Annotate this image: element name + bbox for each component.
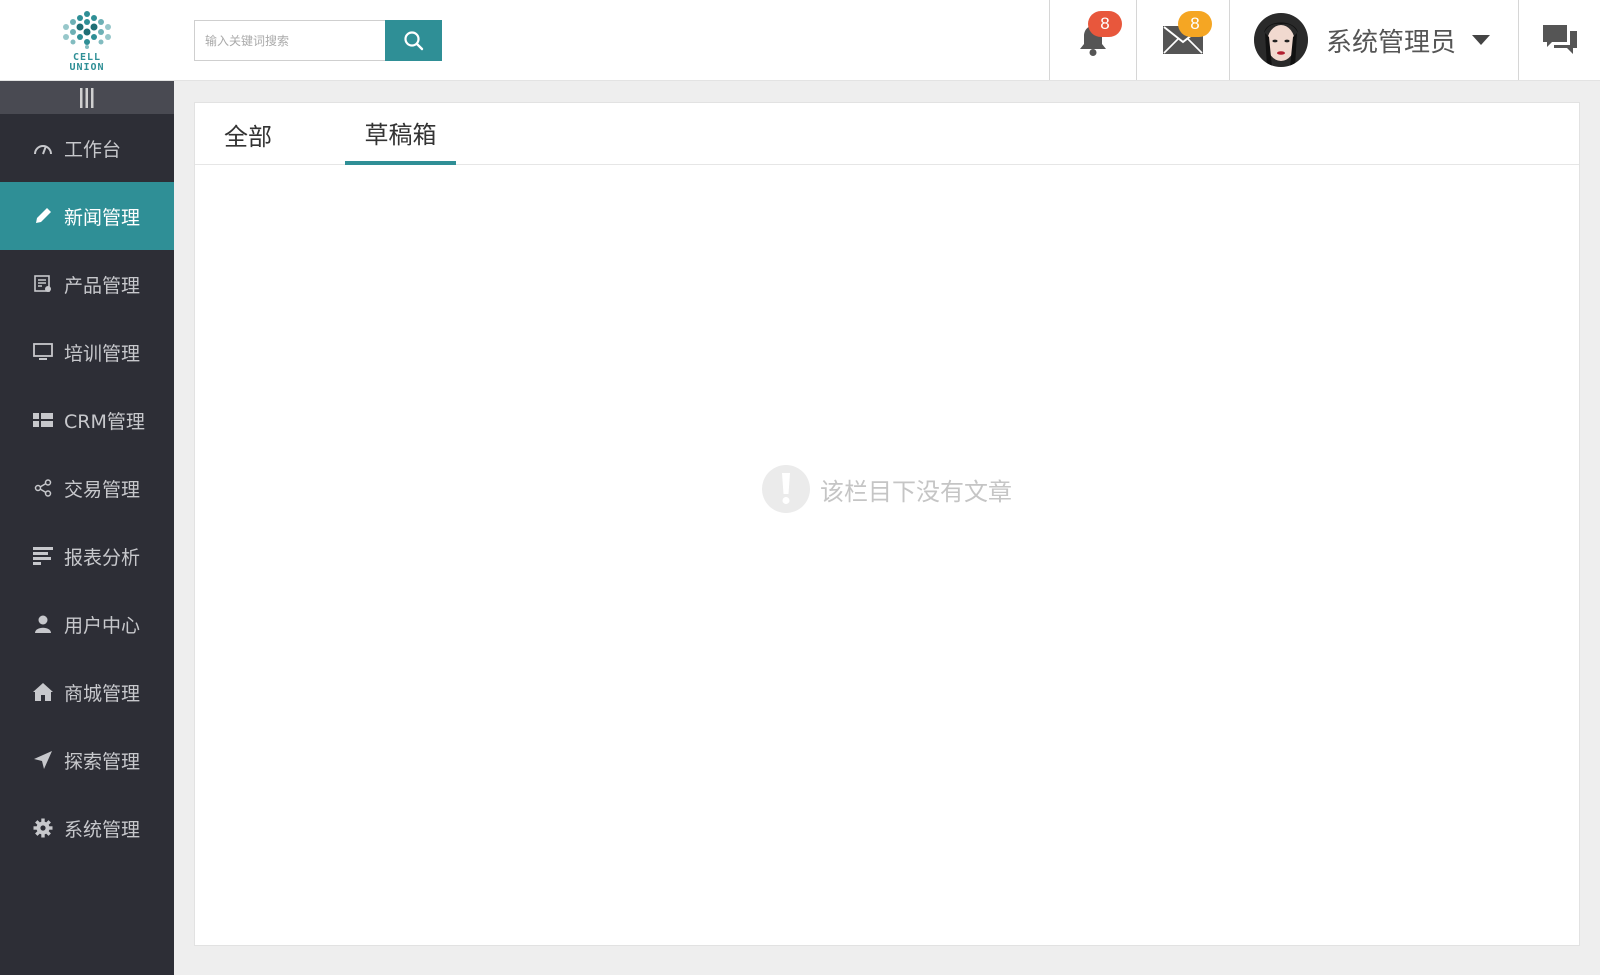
sidebar-item-mall[interactable]: 商城管理 xyxy=(0,658,174,726)
sidebar-item-news[interactable]: 新闻管理 xyxy=(0,182,174,250)
sidebar-item-users[interactable]: 用户中心 xyxy=(0,590,174,658)
sidebar-item-products[interactable]: 产品管理 xyxy=(0,250,174,318)
sidebar-item-label: 系统管理 xyxy=(64,818,141,841)
sidebar-toggle[interactable] xyxy=(0,81,174,114)
sidebar-item-trade[interactable]: 交易管理 xyxy=(0,454,174,522)
top-bar: CELL UNION 8 8 xyxy=(0,0,1600,81)
empty-state: 该栏目下没有文章 xyxy=(195,465,1579,513)
user-icon xyxy=(32,613,54,635)
home-icon xyxy=(32,681,54,703)
sidebar-item-label: 培训管理 xyxy=(64,342,141,365)
grid-icon xyxy=(32,409,54,431)
empty-state-message: 该栏目下没有文章 xyxy=(820,477,1012,506)
search-icon xyxy=(403,30,423,50)
paper-plane-icon xyxy=(32,749,54,771)
tab-all[interactable]: 全部 xyxy=(195,103,301,165)
chat-button[interactable] xyxy=(1519,0,1600,80)
notifications-button[interactable]: 8 xyxy=(1050,0,1136,80)
product-list-icon xyxy=(32,273,54,295)
report-icon xyxy=(32,545,54,567)
notifications-badge: 8 xyxy=(1088,11,1122,37)
gear-icon xyxy=(32,817,54,839)
logo[interactable]: CELL UNION xyxy=(0,0,174,81)
chevron-down-icon xyxy=(1472,35,1491,45)
sidebar-item-label: 报表分析 xyxy=(64,546,141,569)
logo-text: CELL UNION xyxy=(69,52,105,73)
sidebar: 工作台 新闻管理 产品管理 培训管理 CRM管理 交易管理 报表分析 用户中心 … xyxy=(0,81,174,975)
messages-button[interactable]: 8 xyxy=(1137,0,1229,80)
sidebar-item-workbench[interactable]: 工作台 xyxy=(0,114,174,182)
chat-icon xyxy=(1542,25,1577,54)
user-name: 系统管理员 xyxy=(1326,27,1457,58)
logo-mark-icon xyxy=(63,11,111,49)
content-panel: 全部 草稿箱 该栏目下没有文章 xyxy=(194,102,1580,946)
user-menu[interactable]: 系统管理员 xyxy=(1230,0,1518,80)
sidebar-item-training[interactable]: 培训管理 xyxy=(0,318,174,386)
sidebar-item-label: 交易管理 xyxy=(64,478,141,501)
tab-label: 草稿箱 xyxy=(364,120,437,149)
sidebar-item-label: 商城管理 xyxy=(64,682,141,705)
sidebar-item-label: 新闻管理 xyxy=(64,206,141,229)
sidebar-item-explore[interactable]: 探索管理 xyxy=(0,726,174,794)
search-button[interactable] xyxy=(385,20,442,61)
sidebar-item-reports[interactable]: 报表分析 xyxy=(0,522,174,590)
sidebar-item-label: 用户中心 xyxy=(64,614,141,637)
sidebar-item-system[interactable]: 系统管理 xyxy=(0,794,174,862)
sidebar-item-label: 产品管理 xyxy=(64,274,141,297)
pencil-icon xyxy=(32,205,54,227)
tab-label: 全部 xyxy=(224,122,272,151)
search-input[interactable] xyxy=(194,20,386,61)
share-icon xyxy=(32,477,54,499)
tab-bar: 全部 草稿箱 xyxy=(195,103,1579,165)
tab-drafts[interactable]: 草稿箱 xyxy=(345,103,456,165)
sidebar-item-label: 工作台 xyxy=(64,138,122,161)
dashboard-icon xyxy=(32,137,54,159)
avatar xyxy=(1254,13,1308,67)
sidebar-item-label: 探索管理 xyxy=(64,750,141,773)
messages-badge: 8 xyxy=(1178,11,1212,37)
menu-toggle-icon xyxy=(80,87,94,108)
exclamation-icon xyxy=(762,465,810,513)
sidebar-item-label: CRM管理 xyxy=(64,410,145,433)
sidebar-item-crm[interactable]: CRM管理 xyxy=(0,386,174,454)
monitor-icon xyxy=(32,341,54,363)
